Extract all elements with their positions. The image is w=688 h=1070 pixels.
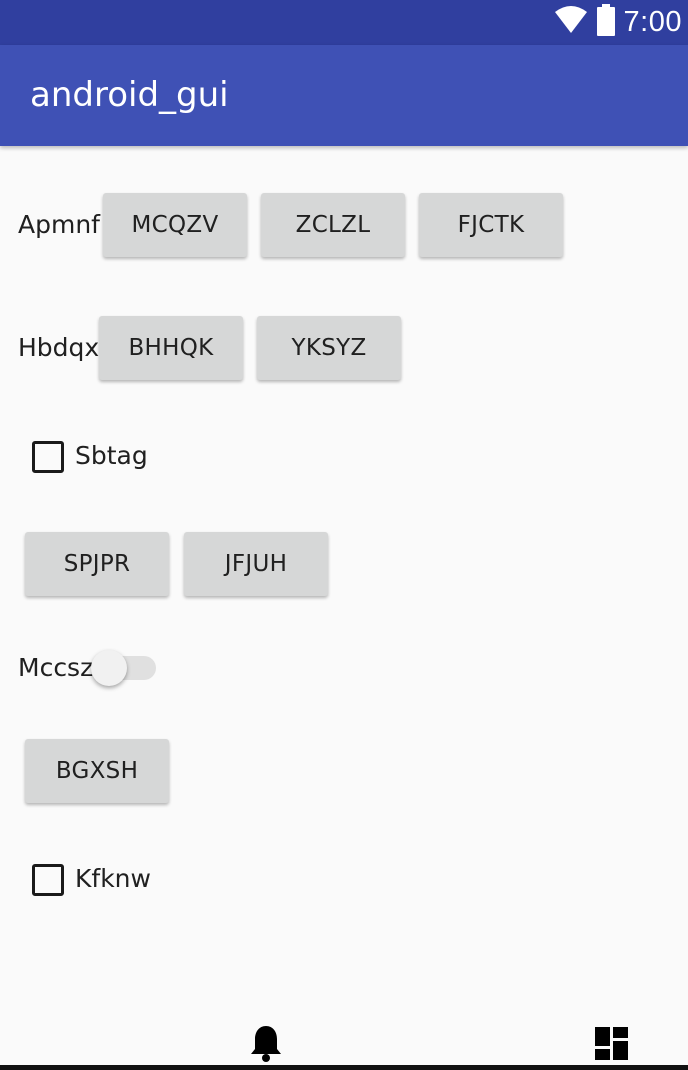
- spjpr-button[interactable]: SPJPR: [25, 532, 169, 596]
- status-icons: 7:00: [554, 0, 682, 45]
- row2-label: Hbdqx: [18, 333, 100, 362]
- fjctk-button[interactable]: FJCTK: [419, 193, 563, 257]
- navigation-bar-edge: [0, 1065, 688, 1070]
- yksyz-button[interactable]: YKSYZ: [257, 316, 401, 380]
- jfjuh-button[interactable]: JFJUH: [184, 532, 328, 596]
- bhhqk-button[interactable]: BHHQK: [99, 316, 243, 380]
- bgxsh-button[interactable]: BGXSH: [25, 739, 169, 803]
- mcqzv-button[interactable]: MCQZV: [103, 193, 247, 257]
- kfknw-checkbox[interactable]: [32, 864, 64, 896]
- wifi-icon: [554, 6, 588, 39]
- battery-icon: [596, 4, 616, 41]
- zclzl-button[interactable]: ZCLZL: [261, 193, 405, 257]
- app-bar: android_gui: [0, 45, 688, 146]
- row1-label: Apmnf: [18, 210, 100, 239]
- bell-icon[interactable]: [249, 1024, 283, 1067]
- sbtag-checkbox[interactable]: [32, 441, 64, 473]
- sbtag-checkbox-label[interactable]: Sbtag: [75, 441, 148, 471]
- dashboard-icon[interactable]: [595, 1027, 629, 1066]
- mccsz-switch-thumb[interactable]: [91, 650, 127, 686]
- mccsz-switch-label: Mccsz: [18, 653, 94, 682]
- kfknw-checkbox-label[interactable]: Kfknw: [75, 864, 151, 894]
- status-time: 7:00: [623, 6, 682, 38]
- app-title: android_gui: [30, 75, 229, 115]
- status-bar: 7:00: [0, 0, 688, 45]
